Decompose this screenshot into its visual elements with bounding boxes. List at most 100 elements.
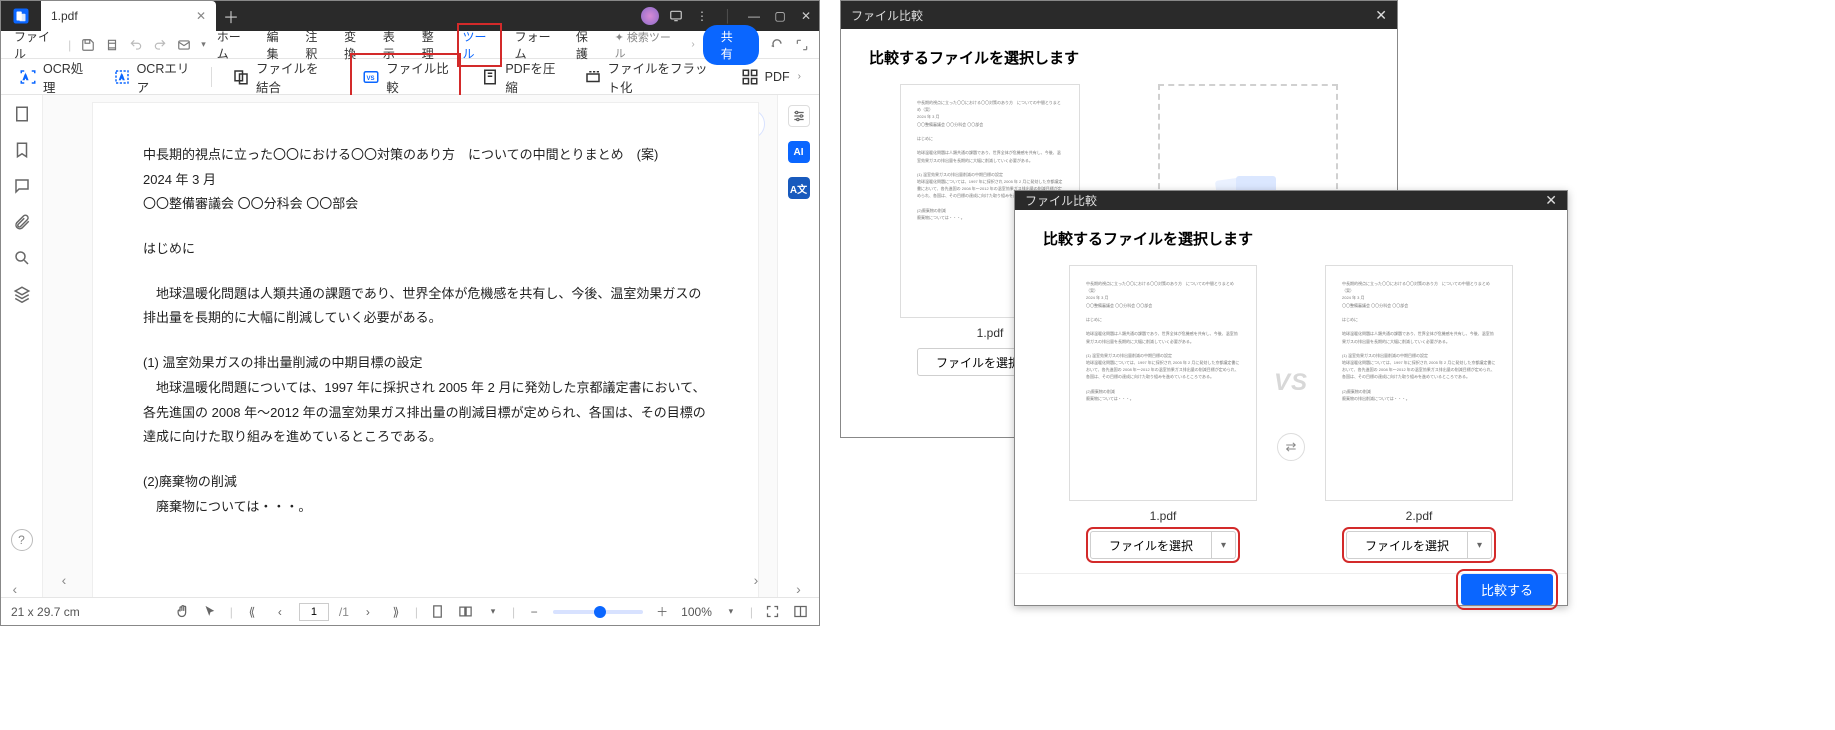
fullscreen-icon[interactable] <box>763 603 781 621</box>
file-thumbnail[interactable]: 中長期的視点に立った〇〇における〇〇対策のあり方 についての中間とりまとめ（案）… <box>1325 265 1513 501</box>
bookmark-icon[interactable] <box>13 141 31 159</box>
undo-icon[interactable] <box>129 38 143 52</box>
page-viewport[interactable]: W 中長期的視点に立った〇〇における〇〇対策のあり方 についての中間とりまとめ … <box>43 95 777 597</box>
print-icon[interactable] <box>105 38 119 52</box>
prev-page-status-icon[interactable]: ‹ <box>271 603 289 621</box>
zoom-in-icon[interactable]: ＋ <box>653 603 671 621</box>
mail-icon[interactable] <box>177 38 191 52</box>
run-compare-button[interactable]: 比較する <box>1461 574 1553 605</box>
file-thumbnail[interactable]: 中長期的視点に立った〇〇における〇〇対策のあり方 についての中間とりまとめ（案）… <box>1069 265 1257 501</box>
page-dimensions: 21 x 29.7 cm <box>11 605 80 619</box>
fit-page-icon[interactable] <box>428 603 446 621</box>
save-icon[interactable] <box>81 38 95 52</box>
doc-line: 地球温暖化問題は人類共通の課題であり、世界全体が危機感を共有し、今後、温室効果ガ… <box>143 282 708 331</box>
swap-files-icon[interactable]: ⇄ <box>1277 433 1305 461</box>
file-slot-2: 中長期的視点に立った〇〇における〇〇対策のあり方 についての中間とりまとめ（案）… <box>1299 265 1539 559</box>
tab-close-icon[interactable]: ✕ <box>196 9 206 23</box>
file-name-label: 1.pdf <box>977 326 1004 340</box>
doc-line: 廃棄物については・・・。 <box>143 495 708 520</box>
compare-dialog-front: ファイル比較 ✕ 比較するファイルを選択します 中長期的視点に立った〇〇における… <box>1014 190 1568 606</box>
pdf-more-button[interactable]: PDF› <box>735 64 807 90</box>
first-page-icon[interactable]: ⟪ <box>243 603 261 621</box>
dialog-close-icon[interactable]: ✕ <box>1545 192 1557 209</box>
hand-tool-icon[interactable] <box>174 603 192 621</box>
doc-line: 地球温暖化問題については、1997 年に採択され 2005 年 2 月に発効した… <box>143 376 708 450</box>
dialog-title: ファイル比較 <box>851 7 923 24</box>
view-dropdown-icon[interactable]: ▾ <box>484 603 502 621</box>
dialog-heading: 比較するファイルを選択します <box>869 47 1369 68</box>
expand-icon[interactable] <box>795 38 809 52</box>
page-total: /1 <box>339 605 349 619</box>
compress-icon <box>481 68 499 86</box>
svg-text:VS: VS <box>367 76 375 82</box>
dropdown-icon[interactable]: ▾ <box>201 39 206 50</box>
merge-icon <box>232 68 250 86</box>
zoom-dropdown-icon[interactable]: ▾ <box>722 603 740 621</box>
doc-line: 中長期的視点に立った〇〇における〇〇対策のあり方 についての中間とりまとめ (案… <box>143 143 708 168</box>
flatten-icon <box>584 68 602 86</box>
fit-spread-icon[interactable] <box>456 603 474 621</box>
prev-page-icon[interactable]: ‹ <box>53 569 75 591</box>
doc-line: 2024 年 3 月 <box>143 168 708 193</box>
dialog-header: ファイル比較 ✕ <box>1015 191 1567 210</box>
file-slot-1: 中長期的視点に立った〇〇における〇〇対策のあり方 についての中間とりまとめ（案）… <box>1043 265 1283 559</box>
doc-line: はじめに <box>143 237 708 262</box>
toolbar: A OCR処理 A OCRエリア ファイルを結合 VS ファイル比較 PDFを圧… <box>1 59 819 95</box>
chevron-down-icon[interactable]: ▾ <box>1467 532 1491 558</box>
dialog-heading: 比較するファイルを選択します <box>1043 228 1539 249</box>
zoom-slider[interactable] <box>553 610 643 614</box>
merge-files-button[interactable]: ファイルを結合 <box>226 54 336 100</box>
properties-icon[interactable] <box>788 105 810 127</box>
dialog-close-icon[interactable]: ✕ <box>1375 7 1387 24</box>
ocr-area-icon: A <box>113 68 131 86</box>
doc-line: 〇〇整備審議会 〇〇分科会 〇〇部会 <box>143 192 708 217</box>
chevron-right-icon[interactable]: › <box>691 39 694 50</box>
chevron-left-icon[interactable]: ‹ <box>13 581 31 597</box>
next-page-icon[interactable]: › <box>745 569 767 591</box>
dialog-footer: 比較する <box>1015 573 1567 605</box>
chevron-down-icon[interactable]: ▾ <box>1211 532 1235 558</box>
ocr-icon: A <box>19 68 37 86</box>
compare-files-button[interactable]: VS ファイル比較 <box>350 53 461 101</box>
zoom-out-icon[interactable]: − <box>525 603 543 621</box>
comment-icon[interactable] <box>13 177 31 195</box>
last-page-icon[interactable]: ⟫ <box>387 603 405 621</box>
vs-label: VS <box>1274 369 1308 397</box>
doc-line: (2)廃棄物の削減 <box>143 470 708 495</box>
ocr-area-button[interactable]: A OCRエリア <box>107 54 198 100</box>
choose-file-1-button[interactable]: ファイルを選択 ▾ <box>1090 531 1236 559</box>
status-bar: 21 x 29.7 cm | ⟪ ‹ /1 › ⟫ | ▾ | − ＋ 100%… <box>1 597 819 625</box>
dialog-header: ファイル比較 ✕ <box>841 1 1397 29</box>
tab-title: 1.pdf <box>51 9 78 23</box>
page-1: 中長期的視点に立った〇〇における〇〇対策のあり方 についての中間とりまとめ (案… <box>93 103 758 597</box>
choose-file-2-button[interactable]: ファイルを選択 ▾ <box>1346 531 1492 559</box>
next-page-status-icon[interactable]: › <box>359 603 377 621</box>
translate-badge-icon[interactable]: A文 <box>788 177 810 199</box>
compress-button[interactable]: PDFを圧縮 <box>475 54 563 100</box>
file-name-label: 1.pdf <box>1150 509 1177 523</box>
layers-icon[interactable] <box>13 285 31 303</box>
ai-badge-icon[interactable]: AI <box>788 141 810 163</box>
doc-line: (1) 温室効果ガスの排出量削減の中期目標の設定 <box>143 351 708 376</box>
left-rail: ? ‹ <box>1 95 43 597</box>
redo-icon[interactable] <box>153 38 167 52</box>
content-area: ? ‹ W 中長期的視点に立った〇〇における〇〇対策のあり方 についての中間とり… <box>1 95 819 597</box>
chevron-right-rail-icon[interactable]: › <box>796 581 801 597</box>
cloud-sync-icon[interactable] <box>769 37 785 53</box>
page-number-input[interactable] <box>299 603 329 621</box>
dialog-title: ファイル比較 <box>1025 192 1097 209</box>
right-rail: AI A文 › <box>777 95 819 597</box>
select-tool-icon[interactable] <box>202 603 220 621</box>
grid-icon <box>741 68 759 86</box>
attachment-icon[interactable] <box>13 213 31 231</box>
ocr-button[interactable]: A OCR処理 <box>13 54 93 100</box>
reading-mode-icon[interactable] <box>791 603 809 621</box>
search-icon[interactable] <box>13 249 31 267</box>
svg-text:A: A <box>24 75 28 81</box>
pdf-app-window: 1.pdf ✕ ＋ ⋮ │ — ▢ ✕ ファイル | ▾ ホーム 編集 注釈 変… <box>0 0 820 626</box>
thumbnails-icon[interactable] <box>13 105 31 123</box>
svg-text:A: A <box>119 75 123 81</box>
help-icon[interactable]: ? <box>11 529 33 551</box>
flatten-button[interactable]: ファイルをフラット化 <box>578 54 721 100</box>
file-name-label: 2.pdf <box>1406 509 1433 523</box>
